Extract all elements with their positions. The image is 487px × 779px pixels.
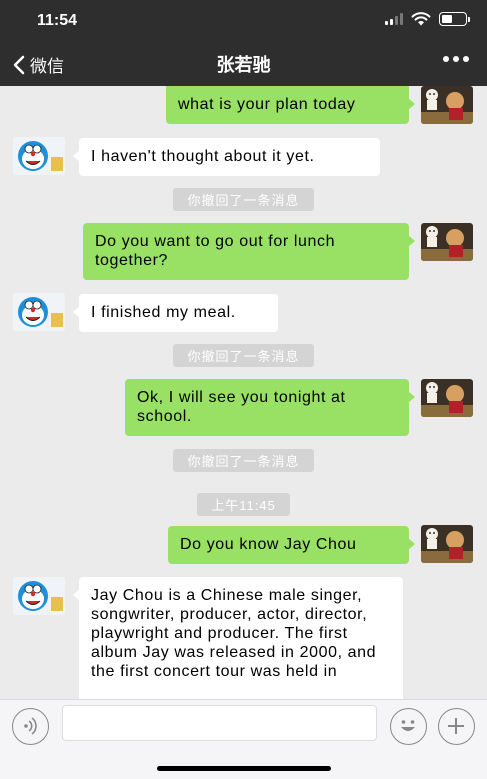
- message-input[interactable]: [62, 705, 377, 741]
- plus-button[interactable]: [438, 708, 475, 745]
- my-avatar[interactable]: [421, 525, 473, 563]
- more-button[interactable]: [443, 56, 469, 62]
- back-button[interactable]: 微信: [12, 52, 64, 77]
- signal-icon: [385, 13, 403, 25]
- status-time: 11:54: [37, 12, 78, 29]
- more-dots-icon: [443, 56, 449, 62]
- voice-icon: [24, 717, 37, 735]
- voice-button[interactable]: [12, 708, 49, 745]
- status-icons: [385, 12, 470, 26]
- my-avatar[interactable]: [421, 223, 473, 261]
- emoji-icon: [401, 720, 415, 731]
- message-bubble-sent[interactable]: Do you want to go out for lunch together…: [83, 223, 415, 280]
- recall-notice: 你撤回了一条消息: [0, 188, 487, 211]
- message-bubble-sent[interactable]: what is your plan today: [166, 86, 415, 124]
- message-bubble-sent[interactable]: Do you know Jay Chou: [168, 526, 415, 564]
- recall-notice: 你撤回了一条消息: [0, 344, 487, 367]
- my-avatar[interactable]: [421, 379, 473, 417]
- message-bubble-received[interactable]: I finished my meal.: [73, 294, 278, 332]
- plus-icon: [448, 718, 464, 734]
- chat-title: 张若驰: [216, 55, 271, 75]
- recall-notice-text: 你撤回了一条消息: [173, 188, 314, 211]
- emoji-button[interactable]: [390, 708, 427, 745]
- contact-avatar[interactable]: [13, 293, 65, 331]
- contact-avatar[interactable]: [13, 137, 65, 175]
- timestamp-text: 上午11:45: [197, 493, 290, 516]
- contact-avatar[interactable]: [13, 577, 65, 615]
- recall-notice: 你撤回了一条消息: [0, 449, 487, 472]
- recall-notice-text: 你撤回了一条消息: [173, 344, 314, 367]
- back-label: 微信: [30, 57, 64, 76]
- chat-area[interactable]: what is your plan today I haven't though…: [0, 86, 487, 699]
- my-avatar[interactable]: [421, 86, 473, 124]
- battery-icon: [439, 12, 470, 26]
- message-bubble-sent[interactable]: Ok, I will see you tonight at school.: [125, 379, 415, 436]
- message-bubble-received[interactable]: I haven't thought about it yet.: [73, 138, 380, 176]
- back-chevron-icon: [13, 55, 25, 74]
- wifi-icon: [411, 12, 431, 26]
- time-separator: 上午11:45: [0, 493, 487, 516]
- recall-notice-text: 你撤回了一条消息: [173, 449, 314, 472]
- message-bubble-received[interactable]: Jay Chou is a Chinese male singer, songw…: [73, 577, 403, 699]
- home-indicator[interactable]: [157, 766, 331, 771]
- top-bar: 11:54 微信 张若驰: [0, 0, 487, 86]
